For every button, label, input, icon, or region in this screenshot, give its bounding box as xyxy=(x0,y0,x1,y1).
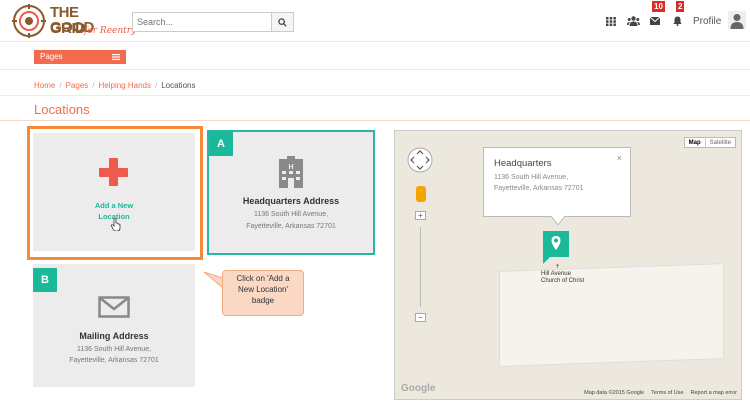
pages-bar: Pages xyxy=(0,42,750,70)
map-building-block xyxy=(499,263,724,367)
callout-line3: badge xyxy=(251,296,275,305)
location-map[interactable]: Map Satellite + − Headquarters 1136 Sout… xyxy=(394,130,742,400)
breadcrumb-separator: / xyxy=(59,81,62,90)
headquarters-title: Headquarters Address xyxy=(242,196,340,206)
map-type-control: Map Satellite xyxy=(683,137,736,148)
map-data-credit: Map data ©2015 Google xyxy=(584,390,645,396)
breadcrumb-current: Locations xyxy=(161,81,196,90)
svg-text:H: H xyxy=(288,164,293,171)
users-icon xyxy=(626,16,640,26)
page-title: Locations xyxy=(34,102,90,117)
info-window-pointer xyxy=(551,216,565,225)
apps-grid-button[interactable] xyxy=(604,15,618,27)
map-type-map[interactable]: Map xyxy=(685,138,705,147)
title-divider xyxy=(0,120,750,121)
messages-count-badge: 10 xyxy=(652,1,665,12)
avatar-icon[interactable] xyxy=(728,11,746,29)
pages-menu-button[interactable]: Pages xyxy=(34,50,126,64)
headquarters-address-line2: Fayetteville, Arkansas 72701 xyxy=(246,223,336,230)
breadcrumb-pages[interactable]: Pages xyxy=(66,81,89,90)
breadcrumb-helping-hands[interactable]: Helping Hands xyxy=(99,81,151,90)
messages-button[interactable] xyxy=(648,15,662,27)
breadcrumb-home[interactable]: Home xyxy=(34,81,55,90)
terms-of-use-link[interactable]: Terms of Use xyxy=(651,390,683,396)
zoom-out-button[interactable]: − xyxy=(415,313,426,322)
church-poi-line2: Church of Christ xyxy=(541,278,585,284)
grid-icon xyxy=(606,16,616,26)
report-map-error-link[interactable]: Report a map error xyxy=(691,390,737,396)
map-pin-icon xyxy=(551,236,561,250)
map-info-window: Headquarters 1136 South Hill Avenue, Fay… xyxy=(483,147,631,217)
church-poi-icon: ✝ xyxy=(555,264,561,270)
logo-badge-icon xyxy=(12,4,46,38)
card-letter-a: A xyxy=(209,132,233,156)
breadcrumb: Home / Pages / Helping Hands / Locations xyxy=(34,81,195,90)
card-letter-b: B xyxy=(33,268,57,292)
location-marker[interactable] xyxy=(543,231,569,257)
church-poi-label: Hill Avenue Church of Christ xyxy=(541,271,584,285)
highlight-frame xyxy=(27,126,203,260)
zoom-in-button[interactable]: + xyxy=(415,211,426,220)
search-box xyxy=(132,12,294,32)
info-window-close-button[interactable]: × xyxy=(617,153,622,163)
headquarters-address-line1: 1136 South Hill Avenue, xyxy=(253,211,329,218)
envelope-icon xyxy=(98,296,130,318)
info-window-address-line2: Fayetteville, Arkansas 72701 xyxy=(494,185,584,192)
breadcrumb-separator: / xyxy=(92,81,95,90)
instruction-callout: Click on 'Add a New Location' badge xyxy=(222,270,304,316)
notifications-count-badge: 2 xyxy=(676,1,685,12)
mailing-card[interactable] xyxy=(33,264,195,387)
profile-link[interactable]: Profile xyxy=(693,16,721,27)
pages-label: Pages xyxy=(40,52,63,61)
mailing-address-line1: 1136 South Hill Avenue, xyxy=(76,346,152,353)
logo-line2: GRID xyxy=(50,20,86,37)
callout-line1: Click on 'Add a xyxy=(236,274,290,283)
info-window-title: Headquarters xyxy=(494,158,552,169)
hamburger-icon xyxy=(112,54,120,60)
breadcrumb-separator: / xyxy=(154,81,158,90)
map-attribution: Map data ©2015 Google Terms of Use Report … xyxy=(577,390,737,396)
mailing-address-line2: Fayetteville, Arkansas 72701 xyxy=(69,357,159,364)
info-window-address-line1: 1136 South Hill Avenue, xyxy=(494,174,569,181)
breadcrumb-divider xyxy=(0,95,750,96)
pan-control-icon[interactable] xyxy=(407,147,433,173)
logo[interactable]: THE GOOD GRID for Reentry xyxy=(12,4,136,38)
search-input[interactable] xyxy=(133,13,271,31)
bell-icon xyxy=(672,16,682,26)
callout-line2: New Location' xyxy=(238,285,288,294)
envelope-icon xyxy=(650,17,660,25)
zoom-slider[interactable] xyxy=(420,227,421,307)
google-logo: Google xyxy=(401,383,436,394)
search-icon xyxy=(278,17,287,27)
logo-tagline: for Reentry xyxy=(84,26,137,36)
street-view-pegman-icon[interactable] xyxy=(416,186,426,202)
marker-pointer xyxy=(543,256,551,264)
church-poi-line1: Hill Avenue xyxy=(541,271,571,277)
mailing-title: Mailing Address xyxy=(79,331,149,341)
top-bar: THE GOOD GRID for Reentry 10 2 Profi xyxy=(0,0,750,42)
map-type-satellite[interactable]: Satellite xyxy=(704,138,735,147)
users-button[interactable] xyxy=(626,15,640,27)
search-button[interactable] xyxy=(271,13,293,31)
building-icon: H xyxy=(279,156,303,188)
notifications-button[interactable] xyxy=(670,15,684,27)
